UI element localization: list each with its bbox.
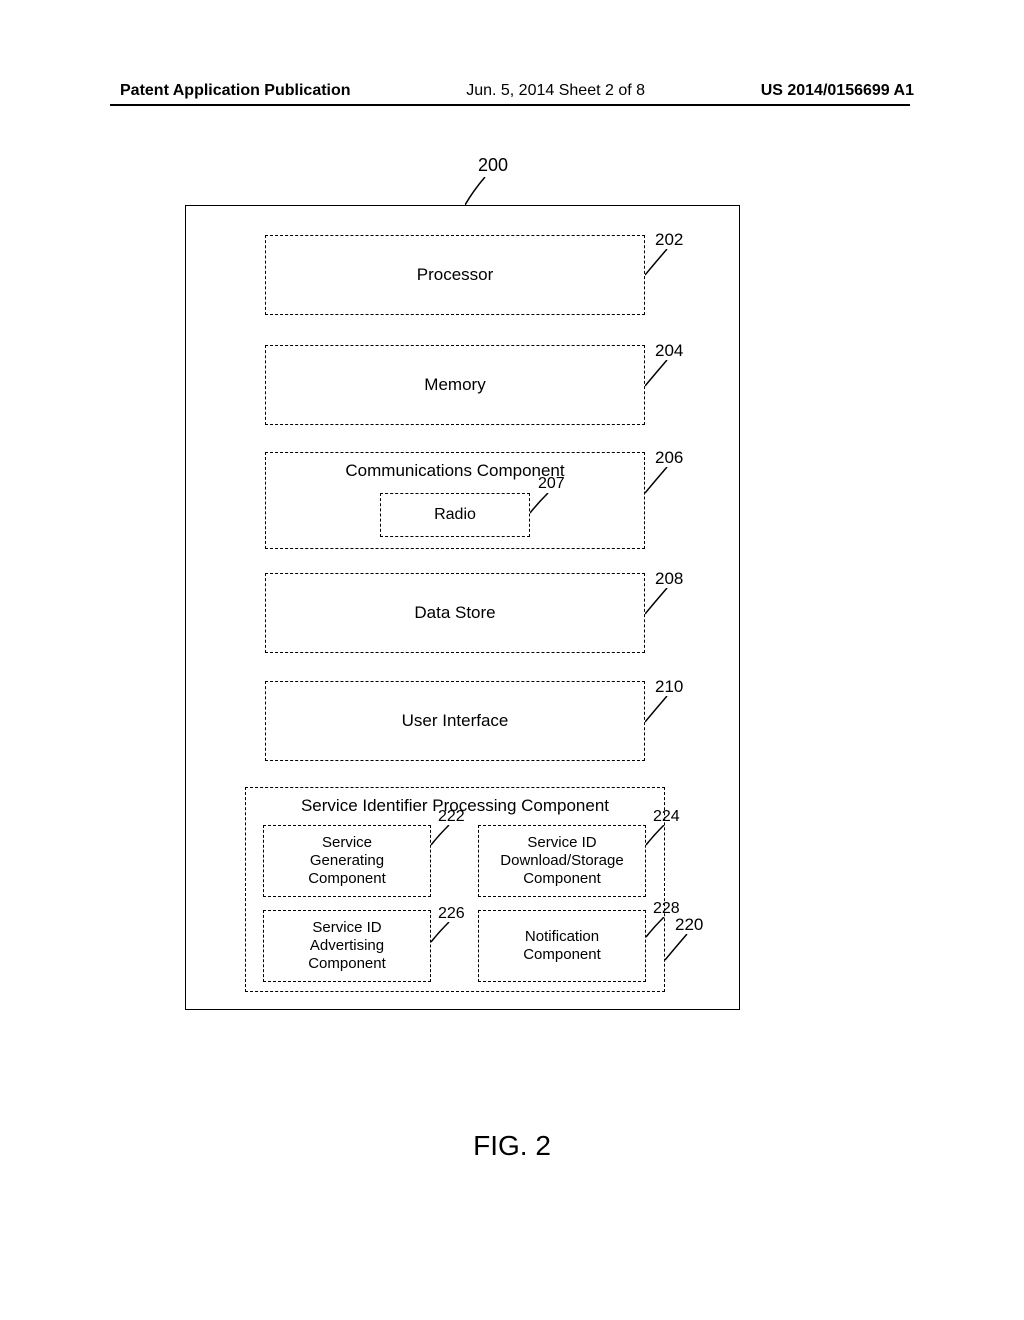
label-adv-1: Service ID [312, 919, 381, 937]
ref-206: 206 [655, 448, 683, 468]
label-sg-2: Generating [310, 852, 384, 870]
box-service-generating: Service Generating Component [263, 825, 431, 897]
label-memory: Memory [424, 375, 485, 395]
label-sg-1: Service [322, 834, 372, 852]
label-userinterface: User Interface [402, 711, 509, 731]
leader-220 [665, 934, 693, 962]
label-not-1: Notification [525, 928, 599, 946]
label-dls-2: Download/Storage [500, 852, 623, 870]
header-right: US 2014/0156699 A1 [761, 82, 914, 100]
ref-207: 207 [538, 475, 565, 493]
leader-200 [465, 177, 493, 205]
leader-228 [646, 917, 668, 939]
leader-204 [645, 360, 673, 388]
ref-202: 202 [655, 230, 683, 250]
label-radio: Radio [434, 506, 476, 524]
leader-210 [645, 696, 673, 724]
label-sg-3: Component [308, 870, 386, 888]
leader-222 [431, 825, 453, 847]
ref-220: 220 [675, 915, 703, 935]
box-service-id-download-storage: Service ID Download/Storage Component [478, 825, 646, 897]
box-notification: Notification Component [478, 910, 646, 982]
ref-224: 224 [653, 808, 680, 826]
diagram-area: 200 Processor 202 Memory 204 Communicati… [185, 155, 740, 1010]
ref-204: 204 [655, 341, 683, 361]
box-memory: Memory [265, 345, 645, 425]
ref-228: 228 [653, 900, 680, 918]
header-center: Jun. 5, 2014 Sheet 2 of 8 [466, 82, 645, 100]
label-dls-1: Service ID [527, 834, 596, 852]
label-adv-3: Component [308, 955, 386, 973]
header-left: Patent Application Publication [120, 82, 351, 100]
leader-206 [645, 467, 673, 495]
page-header: Patent Application Publication Jun. 5, 2… [0, 82, 1024, 100]
label-dls-3: Component [523, 870, 601, 888]
label-not-2: Component [523, 946, 601, 964]
leader-207 [530, 493, 552, 515]
leader-224 [646, 825, 668, 847]
ref-208: 208 [655, 569, 683, 589]
leader-226 [431, 922, 453, 944]
box-userinterface: User Interface [265, 681, 645, 761]
header-divider [110, 104, 910, 106]
leader-202 [645, 249, 673, 277]
leader-208 [645, 588, 673, 616]
label-datastore: Data Store [414, 603, 495, 623]
box-service-id-advertising: Service ID Advertising Component [263, 910, 431, 982]
label-processor: Processor [417, 265, 494, 285]
box-radio: Radio [380, 493, 530, 537]
box-processor: Processor [265, 235, 645, 315]
ref-226: 226 [438, 905, 465, 923]
ref-222: 222 [438, 808, 465, 826]
label-communications: Communications Component [345, 461, 564, 481]
ref-200: 200 [478, 155, 508, 176]
figure-caption: FIG. 2 [0, 1130, 1024, 1162]
ref-210: 210 [655, 677, 683, 697]
box-datastore: Data Store [265, 573, 645, 653]
label-adv-2: Advertising [310, 937, 384, 955]
